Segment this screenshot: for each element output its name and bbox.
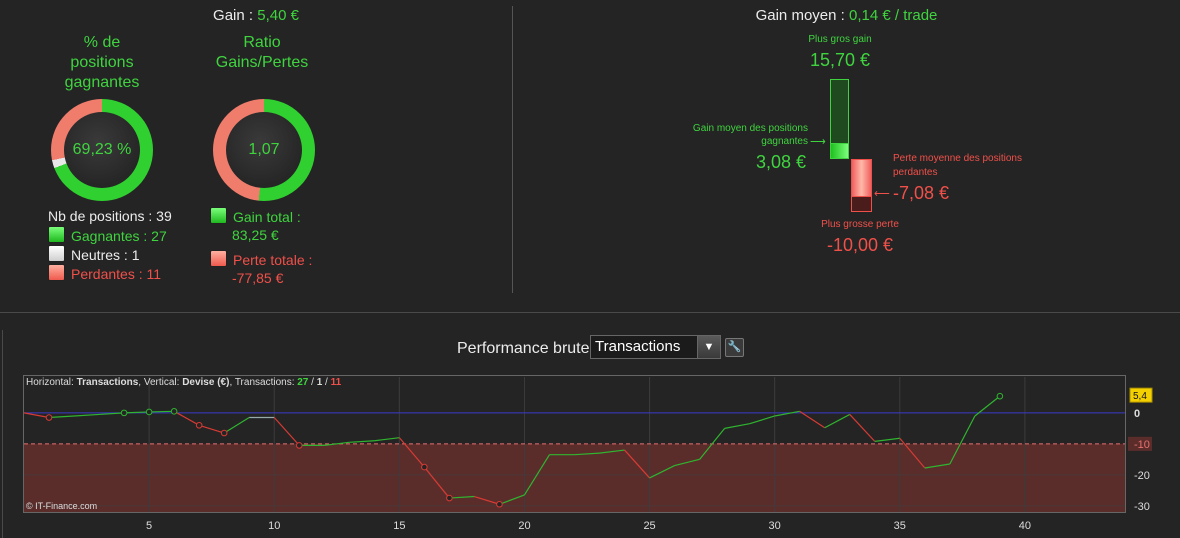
- copyright: © IT-Finance.com: [26, 501, 98, 511]
- trade-marker: [195, 421, 203, 429]
- equity-segment: [223, 417, 250, 434]
- chart-header-winners: 27: [297, 377, 309, 388]
- trade-marker: [45, 414, 53, 421]
- trade-marker: [421, 463, 428, 471]
- chart-header-v-value: Devise (€): [182, 377, 230, 388]
- equity-segment: [824, 413, 851, 429]
- x-tick-label: 30: [769, 520, 781, 532]
- x-tick-label: 10: [268, 520, 280, 532]
- equity-segment: [173, 410, 200, 426]
- equity-segment: [849, 414, 876, 442]
- trade-marker: [446, 494, 453, 502]
- trade-marker: [996, 392, 1004, 400]
- loss-zone: [24, 443, 1125, 512]
- chart-header-sep2: /: [322, 377, 331, 388]
- chart-header: Horizontal: Transactions, Vertical: Devi…: [26, 377, 341, 388]
- chart-header-losers: 11: [330, 377, 342, 388]
- chart-header-v-prefix: , Vertical:: [138, 377, 183, 388]
- equity-segment: [374, 437, 400, 442]
- trade-marker: [170, 408, 178, 415]
- equity-segment: [74, 413, 100, 417]
- y-tick-label: 0: [1134, 408, 1140, 420]
- y-tick-label: -30: [1134, 501, 1150, 513]
- chart-header-h-value: Transactions: [76, 377, 139, 388]
- equity-segment: [774, 410, 800, 417]
- trade-marker: [120, 409, 128, 417]
- trade-marker: [220, 429, 228, 437]
- threshold-label: -10: [1134, 439, 1150, 451]
- trade-marker: [145, 408, 153, 416]
- x-tick-label: 20: [518, 520, 530, 532]
- chart-header-h-prefix: Horizontal:: [26, 377, 77, 388]
- equity-segment: [724, 423, 750, 429]
- x-tick-label: 15: [393, 520, 405, 532]
- last-value-label: 5,4: [1133, 391, 1147, 402]
- equity-segment: [198, 424, 225, 434]
- chart-header-t-prefix: , Transactions:: [229, 377, 298, 388]
- performance-chart: 5 10 15 20 25 30 35 40 0 -10 -20 -30 5,4: [23, 377, 1153, 532]
- x-tick-label: 25: [643, 520, 655, 532]
- y-tick-label: -20: [1134, 470, 1150, 482]
- equity-segment: [874, 437, 900, 442]
- x-tick-label: 5: [146, 520, 152, 532]
- trade-marker: [295, 442, 303, 449]
- equity-segment: [23, 412, 50, 419]
- trade-marker: [496, 500, 503, 508]
- equity-segment: [799, 410, 826, 429]
- chart-header-sep1: /: [308, 377, 317, 388]
- equity-segment: [349, 440, 375, 443]
- equity-segment: [149, 410, 175, 413]
- equity-segment: [749, 415, 775, 425]
- x-tick-label: 40: [1019, 520, 1031, 532]
- x-tick-label: 35: [894, 520, 906, 532]
- equity-segment: [48, 415, 75, 419]
- equity-segment: [273, 417, 300, 446]
